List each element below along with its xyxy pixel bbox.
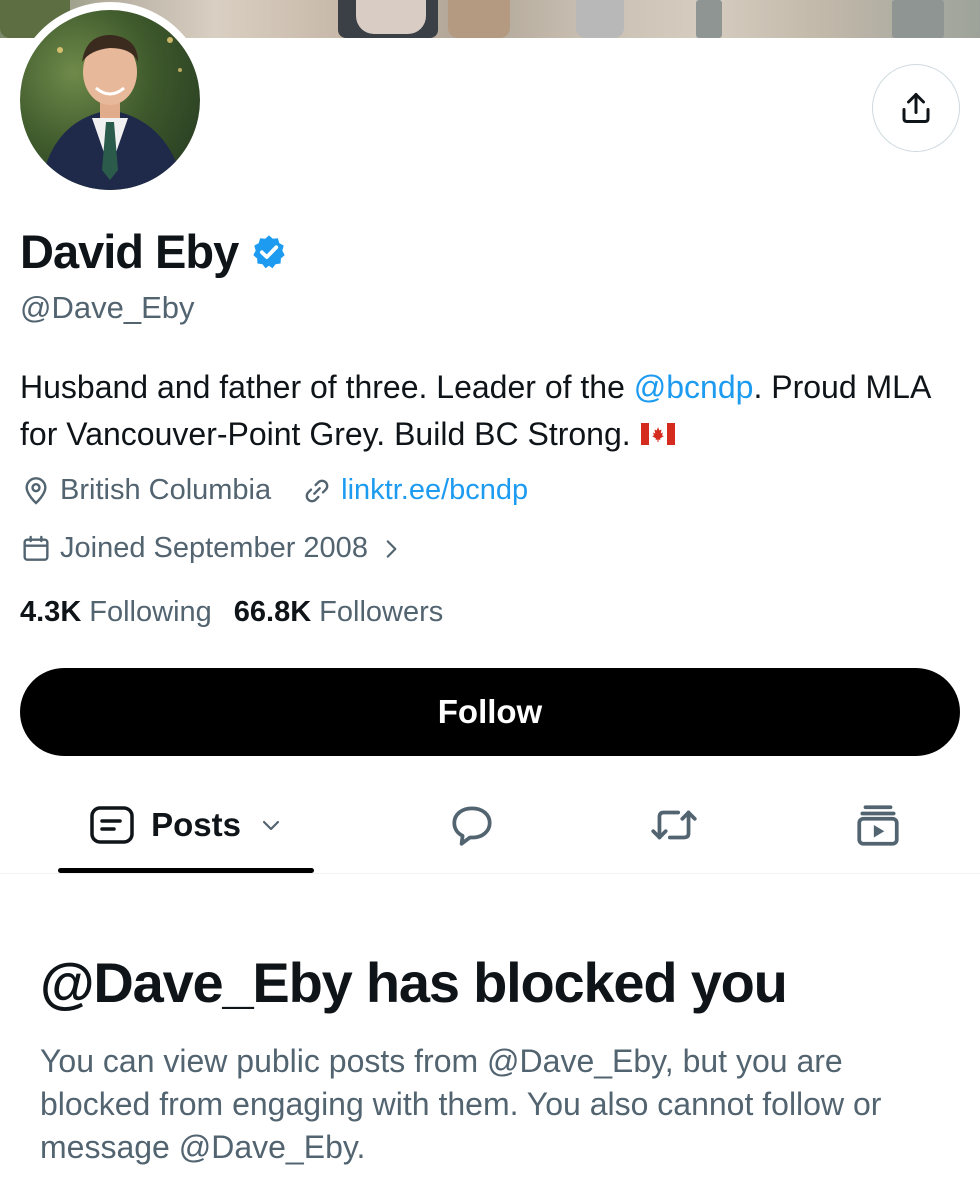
tab-posts-label: Posts — [151, 806, 241, 843]
reply-bubble-icon — [452, 806, 492, 846]
tab-media[interactable] — [836, 780, 920, 870]
verified-badge-icon[interactable] — [250, 233, 288, 271]
share-icon — [902, 93, 930, 123]
posts-icon — [90, 806, 134, 844]
profile-website-link[interactable]: linktr.ee/bcndp — [341, 474, 528, 507]
follow-button[interactable]: Follow — [20, 668, 960, 756]
profile-tabs: Posts — [0, 780, 980, 874]
media-icon — [857, 805, 899, 846]
canada-flag-icon — [640, 422, 675, 445]
location-pin-icon — [25, 476, 47, 505]
followers-stat[interactable]: 66.8K Followers — [234, 596, 443, 629]
blocked-notice-title: @Dave_Eby has blocked you — [40, 951, 788, 1014]
profile-joined-row[interactable]: Joined September 2008 — [20, 532, 412, 565]
link-icon — [305, 479, 329, 502]
bio-text: Husband and father of three. Leader of t… — [20, 369, 634, 405]
profile-meta-row: British Columbia linktr.ee/bcndp — [20, 474, 528, 507]
avatar[interactable] — [20, 10, 200, 190]
following-stat[interactable]: 4.3K Following — [20, 596, 212, 629]
profile-handle: @Dave_Eby — [20, 290, 195, 325]
profile-joined-date: Joined September 2008 — [60, 532, 368, 564]
profile-name: David Eby — [20, 225, 239, 278]
following-label: Following — [89, 596, 212, 628]
profile-stats: 4.3K Following 66.8K Followers — [20, 596, 465, 629]
followers-count: 66.8K — [233, 596, 312, 628]
tab-replies[interactable] — [430, 780, 514, 870]
blocked-notice-message: You can view public posts from @Dave_Eby… — [40, 1043, 882, 1165]
profile-bio: Husband and father of three. Leader of t… — [20, 364, 960, 458]
calendar-icon — [23, 535, 49, 561]
tab-posts[interactable]: Posts — [58, 780, 314, 870]
chevron-right-icon — [386, 539, 397, 558]
followers-label: Followers — [319, 596, 444, 628]
following-count: 4.3K — [20, 596, 82, 628]
profile-name-row: David Eby — [20, 224, 288, 279]
profile-location: British Columbia — [60, 474, 272, 506]
tab-reposts[interactable] — [632, 780, 716, 870]
active-tab-indicator — [58, 868, 314, 873]
bio-mention-link[interactable]: @bcndp — [634, 369, 754, 405]
chevron-down-icon — [262, 820, 280, 831]
share-button[interactable] — [872, 64, 960, 152]
repost-icon — [651, 810, 697, 840]
